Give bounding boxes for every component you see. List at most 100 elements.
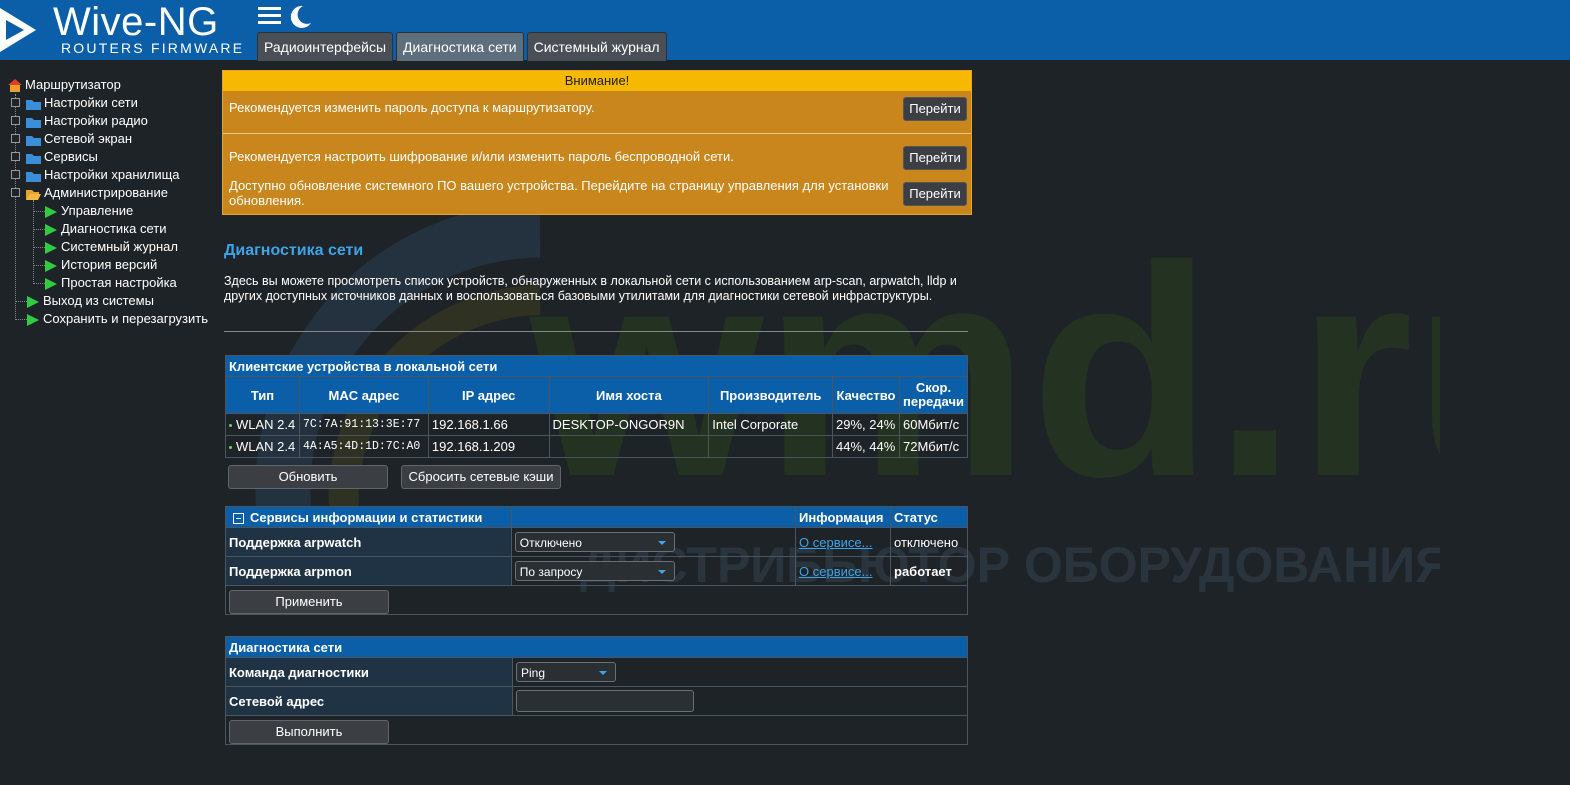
services-caption-spacer xyxy=(510,506,797,528)
sidebar-item-label: Маршрутизатор xyxy=(25,77,121,92)
tab-system-log[interactable]: Системный журнал xyxy=(526,32,667,61)
chevron-down-icon xyxy=(657,570,666,574)
about-service-link[interactable]: О сервисе... xyxy=(799,564,872,579)
warning-text: Рекомендуется изменить пароль доступа к … xyxy=(229,100,595,115)
flush-caches-button[interactable]: Сбросить сетевые кэши xyxy=(401,465,561,489)
folder-icon xyxy=(26,118,41,129)
arpwatch-select[interactable]: Отключено xyxy=(514,532,675,552)
warning-text: Рекомендуется настроить шифрование и/или… xyxy=(229,149,734,164)
column-header: Статус xyxy=(890,506,968,528)
sidebar-item-firewall[interactable]: Сетевой экран xyxy=(26,130,132,148)
sidebar-item-label: Настройки сети xyxy=(44,95,138,110)
hamburger-menu-icon[interactable] xyxy=(257,5,283,27)
arpmon-select[interactable]: По запросу xyxy=(514,561,675,581)
sidebar-item-system-log[interactable]: Системный журнал xyxy=(44,238,178,256)
go-change-admin-password-button[interactable]: Перейти xyxy=(903,97,967,121)
page-title: Диагностика сети xyxy=(224,242,364,259)
sidebar-item-label: Сетевой экран xyxy=(44,131,133,146)
expand-toggle-icon[interactable] xyxy=(11,152,20,161)
client-vendor: Intel Corporate xyxy=(708,413,834,436)
sidebar-item-label: Управление xyxy=(61,203,134,218)
sidebar-item-label: Сервисы xyxy=(44,149,98,164)
divider xyxy=(224,331,968,332)
expand-toggle-icon[interactable] xyxy=(11,98,20,107)
client-type: WLAN 2.4 xyxy=(225,413,300,436)
sidebar-item-network-settings[interactable]: Настройки сети xyxy=(26,94,138,112)
page-leaf-icon xyxy=(45,277,57,290)
client-rate: 60Мбит/с xyxy=(899,413,968,436)
client-ip: 192.168.1.66 xyxy=(427,413,550,436)
service-status: работает xyxy=(890,556,968,586)
sidebar-item-services[interactable]: Сервисы xyxy=(26,148,98,166)
logo-mark-icon xyxy=(0,8,36,52)
sidebar-item-router[interactable]: Маршрутизатор xyxy=(8,76,121,94)
clients-table-caption: Клиентские устройства в локальной сети xyxy=(225,355,968,377)
tab-network-diagnostics[interactable]: Диагностика сети xyxy=(396,32,524,61)
status-dot-icon xyxy=(229,424,232,428)
go-firmware-update-button[interactable]: Перейти xyxy=(903,182,967,206)
expand-toggle-icon[interactable] xyxy=(11,134,20,143)
sidebar-item-logout[interactable]: Выход из системы xyxy=(26,292,154,310)
sidebar-item-network-diagnostics[interactable]: Диагностика сети xyxy=(44,220,167,238)
service-label: Поддержка arpmon xyxy=(225,556,512,586)
chevron-down-icon xyxy=(657,541,666,545)
status-dot-icon xyxy=(229,446,232,450)
sidebar-item-management[interactable]: Управление xyxy=(44,202,133,220)
service-value-cell: Отключено xyxy=(510,527,797,557)
apply-button[interactable]: Применить xyxy=(229,590,389,614)
diag-address-cell xyxy=(512,686,968,716)
client-type: WLAN 2.4 xyxy=(225,435,300,458)
service-status: отключено xyxy=(890,527,968,557)
about-service-link[interactable]: О сервисе... xyxy=(799,535,872,550)
diag-address-label: Сетевой адрес xyxy=(225,686,513,716)
dark-mode-moon-icon[interactable] xyxy=(287,4,313,30)
client-vendor xyxy=(708,435,834,458)
page-leaf-icon xyxy=(27,295,39,308)
diag-command-row: Команда диагностики Ping xyxy=(225,657,968,687)
tab-radio-interfaces[interactable]: Радиоинтерфейсы xyxy=(257,32,394,61)
sidebar-item-administration[interactable]: Администрирование xyxy=(26,184,168,202)
column-header: MAC адрес xyxy=(298,376,429,414)
warning-divider xyxy=(223,133,971,134)
diag-command-select[interactable]: Ping xyxy=(516,662,616,682)
service-row-arpmon: Поддержка arpmon По запросу О сервисе...… xyxy=(225,556,968,586)
expand-toggle-icon[interactable] xyxy=(11,116,20,125)
sidebar-item-radio-settings[interactable]: Настройки радио xyxy=(26,112,148,130)
service-info-cell: О сервисе... xyxy=(795,556,892,586)
refresh-button[interactable]: Обновить xyxy=(228,465,388,489)
client-hostname: DESKTOP-ONGOR9N xyxy=(548,413,710,436)
expand-toggle-icon[interactable] xyxy=(11,170,20,179)
run-button[interactable]: Выполнить xyxy=(229,720,389,744)
diag-command-cell: Ping xyxy=(512,657,968,687)
go-wireless-security-button[interactable]: Перейти xyxy=(903,146,967,170)
network-address-input[interactable] xyxy=(516,690,694,712)
table-row[interactable]: WLAN 2.4 4A:A5:4D:1D:7C:A0 192.168.1.209… xyxy=(225,435,968,458)
client-quality: 44%, 44% xyxy=(832,435,901,458)
client-mac: 7C:7A:91:13:3E:77 xyxy=(298,413,429,436)
sidebar-item-version-history[interactable]: История версий xyxy=(44,256,157,274)
folder-icon xyxy=(26,154,41,165)
sidebar-item-storage-settings[interactable]: Настройки хранилища xyxy=(26,166,180,184)
collapse-section-icon[interactable] xyxy=(233,512,244,524)
services-caption[interactable]: Сервисы информации и статистики xyxy=(225,506,512,528)
sidebar-item-label: Выход из системы xyxy=(43,293,154,308)
service-label: Поддержка arpwatch xyxy=(225,527,512,557)
logo-title: Wive-NG xyxy=(53,0,219,44)
open-folder-icon xyxy=(26,190,41,201)
table-row[interactable]: WLAN 2.4 7C:7A:91:13:3E:77 192.168.1.66 … xyxy=(225,413,968,436)
diag-address-row: Сетевой адрес xyxy=(225,686,968,716)
collapse-toggle-icon[interactable] xyxy=(11,188,20,197)
page-leaf-icon xyxy=(45,259,57,272)
service-row-arpwatch: Поддержка arpwatch Отключено О сервисе..… xyxy=(225,527,968,557)
sidebar-item-save-reboot[interactable]: Сохранить и перезагрузить xyxy=(26,310,208,328)
sidebar-item-label: История версий xyxy=(61,257,158,272)
service-value-cell: По запросу xyxy=(510,556,797,586)
sidebar-item-simple-setup[interactable]: Простая настройка xyxy=(44,274,177,292)
sidebar-item-label: Диагностика сети xyxy=(61,221,167,236)
sidebar-item-label: Настройки радио xyxy=(44,113,148,128)
warning-panel: Внимание! Рекомендуется изменить пароль … xyxy=(222,70,972,215)
warning-title: Внимание! xyxy=(223,71,971,91)
page-description: Здесь вы можете просмотреть список устро… xyxy=(224,274,957,303)
folder-icon xyxy=(26,100,41,111)
sidebar-item-label: Сохранить и перезагрузить xyxy=(43,311,208,326)
